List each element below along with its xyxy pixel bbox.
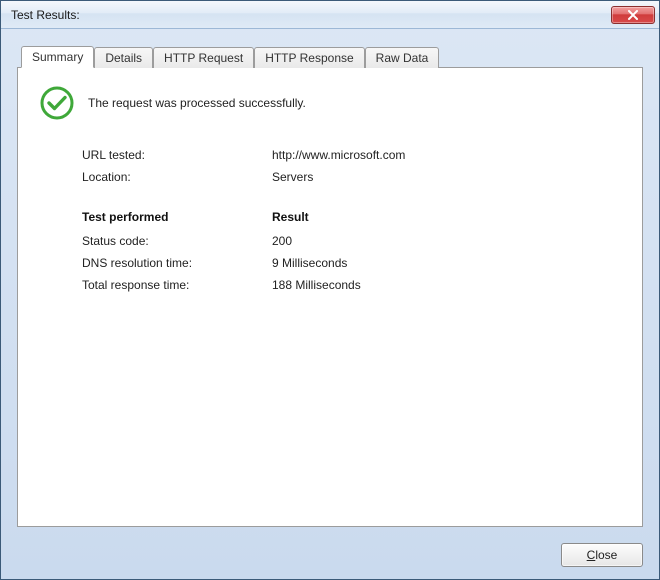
window-title: Test Results:	[11, 8, 611, 22]
close-icon	[627, 10, 639, 20]
close-button[interactable]: Close	[561, 543, 643, 567]
row-status-code: Status code: 200	[82, 234, 620, 248]
titlebar: Test Results:	[1, 1, 659, 29]
row-total-time: Total response time: 188 Milliseconds	[82, 278, 620, 292]
label-location: Location:	[82, 170, 272, 184]
label-url-tested: URL tested:	[82, 148, 272, 162]
value-location: Servers	[272, 170, 313, 184]
label-total-time: Total response time:	[82, 278, 272, 292]
tab-http-response[interactable]: HTTP Response	[254, 47, 364, 68]
value-total-time: 188 Milliseconds	[272, 278, 361, 292]
results-block: Status code: 200 DNS resolution time: 9 …	[82, 234, 620, 292]
header-test-performed: Test performed	[82, 210, 272, 224]
window: Test Results: Summary Details HTTP Reque…	[0, 0, 660, 580]
tab-panel-summary: The request was processed successfully. …	[17, 67, 643, 527]
dialog-footer: Close	[1, 537, 659, 579]
value-status-code: 200	[272, 234, 292, 248]
status-message: The request was processed successfully.	[88, 96, 306, 110]
window-close-button[interactable]	[611, 6, 655, 24]
row-location: Location: Servers	[82, 170, 620, 184]
value-dns-time: 9 Milliseconds	[272, 256, 347, 270]
tab-strip: Summary Details HTTP Request HTTP Respon…	[17, 45, 643, 67]
tab-summary[interactable]: Summary	[21, 46, 94, 68]
header-result: Result	[272, 210, 309, 224]
tab-raw-data[interactable]: Raw Data	[365, 47, 440, 68]
label-status-code: Status code:	[82, 234, 272, 248]
info-block: URL tested: http://www.microsoft.com Loc…	[82, 148, 620, 184]
success-check-icon	[40, 86, 74, 120]
tab-http-request[interactable]: HTTP Request	[153, 47, 254, 68]
label-dns-time: DNS resolution time:	[82, 256, 272, 270]
row-dns-time: DNS resolution time: 9 Milliseconds	[82, 256, 620, 270]
tab-details[interactable]: Details	[94, 47, 153, 68]
status-row: The request was processed successfully.	[40, 86, 620, 120]
value-url-tested: http://www.microsoft.com	[272, 148, 405, 162]
header-row: Test performed Result	[82, 210, 620, 224]
client-area: Summary Details HTTP Request HTTP Respon…	[1, 29, 659, 537]
row-url-tested: URL tested: http://www.microsoft.com	[82, 148, 620, 162]
